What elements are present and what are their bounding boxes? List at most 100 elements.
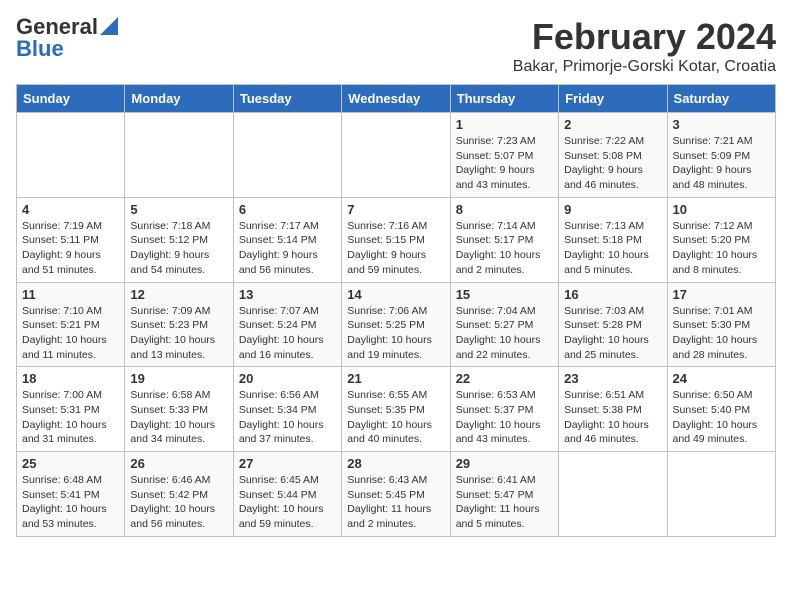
cell-info: Sunrise: 7:04 AMSunset: 5:27 PMDaylight:… — [456, 304, 553, 363]
header-thursday: Thursday — [450, 85, 558, 113]
cell-info: Sunrise: 6:53 AMSunset: 5:37 PMDaylight:… — [456, 388, 553, 447]
cell-info: Sunrise: 7:00 AMSunset: 5:31 PMDaylight:… — [22, 388, 119, 447]
calendar-cell: 12Sunrise: 7:09 AMSunset: 5:23 PMDayligh… — [125, 282, 233, 367]
cell-day-number: 18 — [22, 371, 119, 386]
cell-info: Sunrise: 7:10 AMSunset: 5:21 PMDaylight:… — [22, 304, 119, 363]
cell-info: Sunrise: 7:23 AMSunset: 5:07 PMDaylight:… — [456, 134, 553, 193]
cell-info: Sunrise: 6:50 AMSunset: 5:40 PMDaylight:… — [673, 388, 770, 447]
cell-day-number: 9 — [564, 202, 661, 217]
calendar-cell: 1 Sunrise: 7:23 AMSunset: 5:07 PMDaylight… — [450, 113, 558, 198]
cell-day-number: 7 — [347, 202, 444, 217]
cell-day-number: 17 — [673, 287, 770, 302]
cell-day-number: 14 — [347, 287, 444, 302]
cell-day-number: 11 — [22, 287, 119, 302]
calendar-cell: 26 Sunrise: 6:46 AMSunset: 5:42 PMDayligh… — [125, 452, 233, 537]
cell-day-number: 1 — [456, 117, 553, 132]
cell-day-number: 23 — [564, 371, 661, 386]
calendar-cell: 4Sunrise: 7:19 AMSunset: 5:11 PMDaylight… — [17, 197, 125, 282]
calendar-cell: 27Sunrise: 6:45 AMSunset: 5:44 PMDayligh… — [233, 452, 341, 537]
calendar-cell: 29 Sunrise: 6:41 AMSunset: 5:47 PMDayligh… — [450, 452, 558, 537]
calendar-cell — [559, 452, 667, 537]
cell-info: Sunrise: 6:41 AMSunset: 5:47 PMDaylight:… — [456, 473, 553, 532]
header-sunday: Sunday — [17, 85, 125, 113]
cell-info: Sunrise: 7:14 AMSunset: 5:17 PMDaylight:… — [456, 219, 553, 278]
cell-day-number: 21 — [347, 371, 444, 386]
calendar-header: Sunday Monday Tuesday Wednesday Thursday… — [17, 85, 776, 113]
cell-info: Sunrise: 6:55 AMSunset: 5:35 PMDaylight:… — [347, 388, 444, 447]
cell-info: Sunrise: 7:16 AMSunset: 5:15 PMDaylight:… — [347, 219, 444, 278]
cell-info: Sunrise: 7:07 AMSunset: 5:24 PMDaylight:… — [239, 304, 336, 363]
calendar-cell: 18 Sunrise: 7:00 AMSunset: 5:31 PMDayligh… — [17, 367, 125, 452]
calendar-cell: 19Sunrise: 6:58 AMSunset: 5:33 PMDayligh… — [125, 367, 233, 452]
logo-general-text: General — [16, 16, 98, 38]
calendar-cell: 16 Sunrise: 7:03 AMSunset: 5:28 PMDayligh… — [559, 282, 667, 367]
cell-day-number: 25 — [22, 456, 119, 471]
cell-day-number: 16 — [564, 287, 661, 302]
cell-day-number: 24 — [673, 371, 770, 386]
cell-day-number: 10 — [673, 202, 770, 217]
cell-day-number: 4 — [22, 202, 119, 217]
logo-triangle-icon — [100, 17, 118, 35]
calendar-table: Sunday Monday Tuesday Wednesday Thursday… — [16, 84, 776, 537]
cell-day-number: 28 — [347, 456, 444, 471]
calendar-cell: 15 Sunrise: 7:04 AMSunset: 5:27 PMDayligh… — [450, 282, 558, 367]
cell-info: Sunrise: 7:22 AMSunset: 5:08 PMDaylight:… — [564, 134, 661, 193]
calendar-cell: 14 Sunrise: 7:06 AMSunset: 5:25 PMDayligh… — [342, 282, 450, 367]
header-saturday: Saturday — [667, 85, 775, 113]
calendar-cell — [17, 113, 125, 198]
cell-day-number: 26 — [130, 456, 227, 471]
cell-info: Sunrise: 7:21 AMSunset: 5:09 PMDaylight:… — [673, 134, 770, 193]
calendar-cell: 2 Sunrise: 7:22 AMSunset: 5:08 PMDaylight… — [559, 113, 667, 198]
calendar-cell: 5Sunrise: 7:18 AMSunset: 5:12 PMDaylight… — [125, 197, 233, 282]
cell-info: Sunrise: 6:45 AMSunset: 5:44 PMDaylight:… — [239, 473, 336, 532]
cell-day-number: 20 — [239, 371, 336, 386]
calendar-week-3: 11 Sunrise: 7:10 AMSunset: 5:21 PMDayligh… — [17, 282, 776, 367]
cell-info: Sunrise: 7:17 AMSunset: 5:14 PMDaylight:… — [239, 219, 336, 278]
header-friday: Friday — [559, 85, 667, 113]
title-area: February 2024 Bakar, Primorje-Gorski Kot… — [513, 16, 776, 76]
cell-info: Sunrise: 7:18 AMSunset: 5:12 PMDaylight:… — [130, 219, 227, 278]
cell-day-number: 12 — [130, 287, 227, 302]
cell-info: Sunrise: 7:12 AMSunset: 5:20 PMDaylight:… — [673, 219, 770, 278]
calendar-cell: 17Sunrise: 7:01 AMSunset: 5:30 PMDayligh… — [667, 282, 775, 367]
cell-day-number: 15 — [456, 287, 553, 302]
cell-day-number: 29 — [456, 456, 553, 471]
calendar-cell: 10 Sunrise: 7:12 AMSunset: 5:20 PMDayligh… — [667, 197, 775, 282]
calendar-cell: 21 Sunrise: 6:55 AMSunset: 5:35 PMDayligh… — [342, 367, 450, 452]
cell-info: Sunrise: 6:46 AMSunset: 5:42 PMDaylight:… — [130, 473, 227, 532]
page-header: General Blue February 2024 Bakar, Primor… — [16, 16, 776, 76]
calendar-cell: 8Sunrise: 7:14 AMSunset: 5:17 PMDaylight… — [450, 197, 558, 282]
cell-day-number: 2 — [564, 117, 661, 132]
cell-day-number: 22 — [456, 371, 553, 386]
header-wednesday: Wednesday — [342, 85, 450, 113]
calendar-cell — [125, 113, 233, 198]
calendar-cell: 7 Sunrise: 7:16 AMSunset: 5:15 PMDaylight… — [342, 197, 450, 282]
calendar-cell: 6Sunrise: 7:17 AMSunset: 5:14 PMDaylight… — [233, 197, 341, 282]
cell-info: Sunrise: 7:03 AMSunset: 5:28 PMDaylight:… — [564, 304, 661, 363]
calendar-body: 1 Sunrise: 7:23 AMSunset: 5:07 PMDaylight… — [17, 113, 776, 537]
calendar-cell: 22 Sunrise: 6:53 AMSunset: 5:37 PMDayligh… — [450, 367, 558, 452]
header-tuesday: Tuesday — [233, 85, 341, 113]
cell-info: Sunrise: 6:51 AMSunset: 5:38 PMDaylight:… — [564, 388, 661, 447]
calendar-cell: 28 Sunrise: 6:43 AMSunset: 5:45 PMDayligh… — [342, 452, 450, 537]
calendar-cell: 23 Sunrise: 6:51 AMSunset: 5:38 PMDayligh… — [559, 367, 667, 452]
cell-info: Sunrise: 6:43 AMSunset: 5:45 PMDaylight:… — [347, 473, 444, 532]
cell-info: Sunrise: 7:13 AMSunset: 5:18 PMDaylight:… — [564, 219, 661, 278]
calendar-cell: 9 Sunrise: 7:13 AMSunset: 5:18 PMDaylight… — [559, 197, 667, 282]
cell-info: Sunrise: 6:48 AMSunset: 5:41 PMDaylight:… — [22, 473, 119, 532]
location-title: Bakar, Primorje-Gorski Kotar, Croatia — [513, 58, 776, 76]
month-title: February 2024 — [513, 16, 776, 58]
logo: General Blue — [16, 16, 118, 60]
calendar-cell: 24 Sunrise: 6:50 AMSunset: 5:40 PMDayligh… — [667, 367, 775, 452]
calendar-cell — [667, 452, 775, 537]
calendar-cell: 20 Sunrise: 6:56 AMSunset: 5:34 PMDayligh… — [233, 367, 341, 452]
calendar-week-5: 25 Sunrise: 6:48 AMSunset: 5:41 PMDayligh… — [17, 452, 776, 537]
calendar-cell: 3 Sunrise: 7:21 AMSunset: 5:09 PMDaylight… — [667, 113, 775, 198]
cell-info: Sunrise: 6:58 AMSunset: 5:33 PMDaylight:… — [130, 388, 227, 447]
calendar-cell — [233, 113, 341, 198]
calendar-cell: 13 Sunrise: 7:07 AMSunset: 5:24 PMDayligh… — [233, 282, 341, 367]
cell-info: Sunrise: 6:56 AMSunset: 5:34 PMDaylight:… — [239, 388, 336, 447]
cell-day-number: 13 — [239, 287, 336, 302]
cell-day-number: 3 — [673, 117, 770, 132]
cell-info: Sunrise: 7:06 AMSunset: 5:25 PMDaylight:… — [347, 304, 444, 363]
